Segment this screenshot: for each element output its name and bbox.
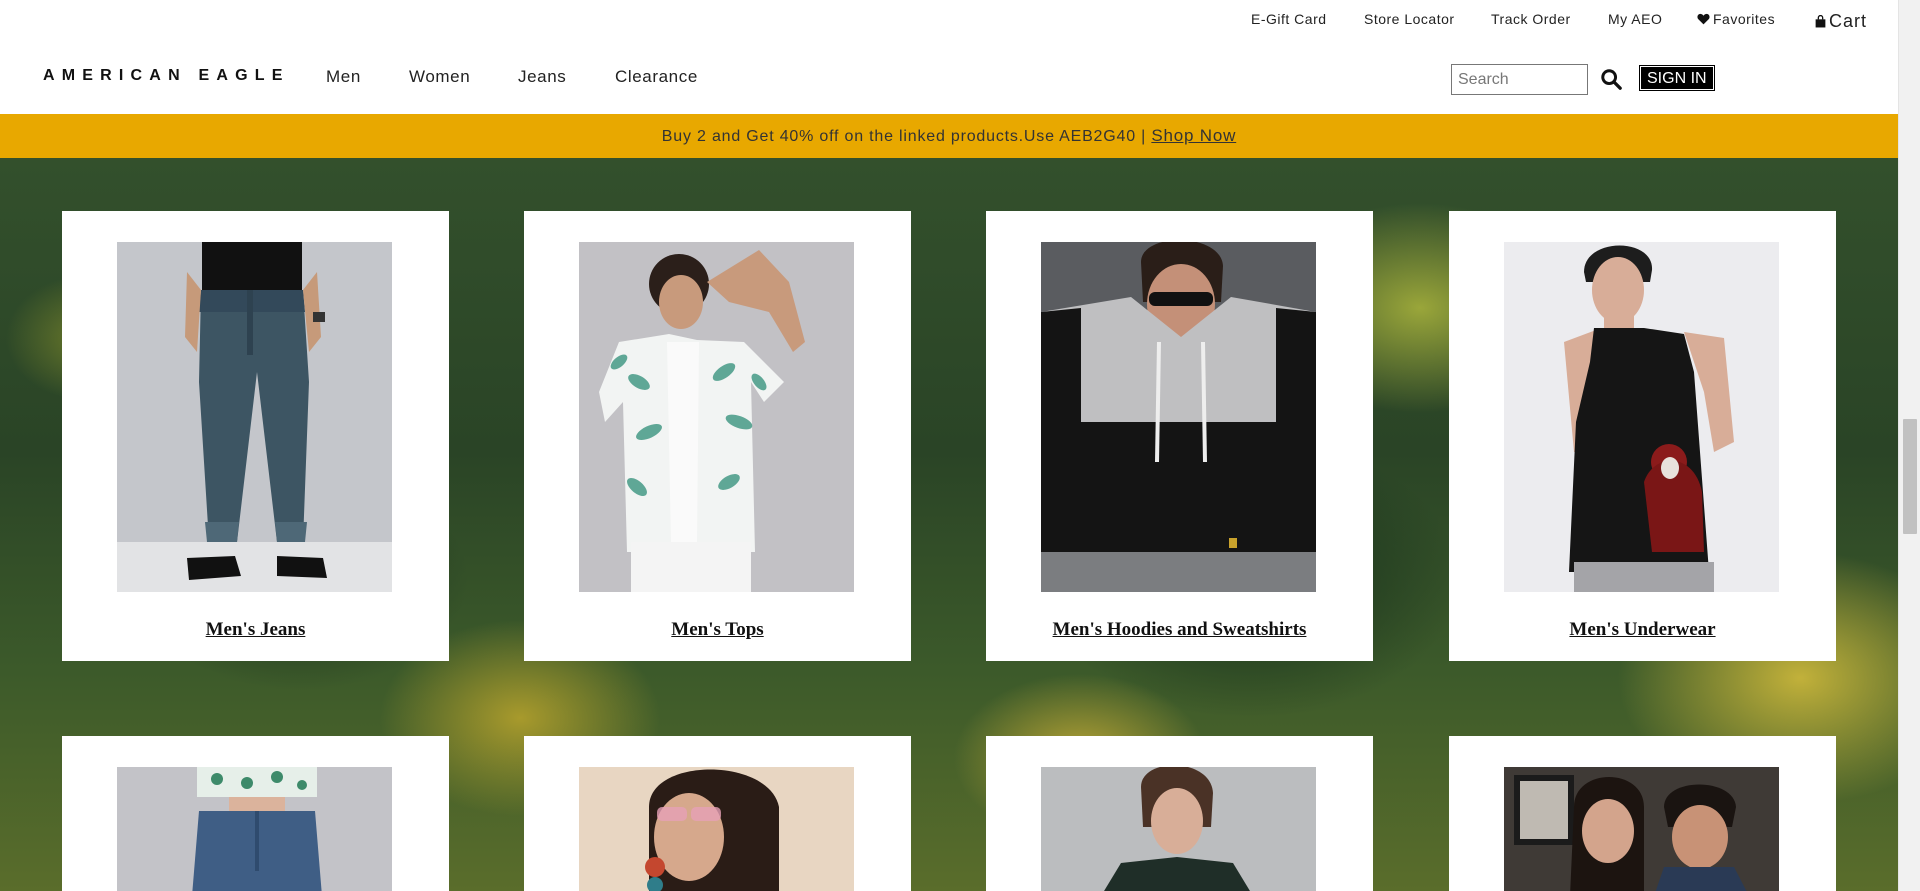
egift-card-link[interactable]: E-Gift Card <box>1251 11 1327 27</box>
cart-link[interactable]: Cart <box>1815 11 1867 32</box>
category-card-mens-hoodies[interactable]: Men's Hoodies and Sweatshirts <box>986 211 1373 661</box>
main-header: AMERICAN EAGLE Men Women Jeans Clearance… <box>0 38 1898 114</box>
category-grid-background: Men's Jeans Men's Tops Men's Hoodies and… <box>0 158 1898 891</box>
nav-women[interactable]: Women <box>409 67 470 87</box>
promo-banner: Buy 2 and Get 40% off on the linked prod… <box>0 114 1898 158</box>
product-image-jeans <box>117 242 392 592</box>
category-card-row2-2[interactable] <box>524 736 911 891</box>
cart-label: Cart <box>1829 11 1868 31</box>
search-input[interactable] <box>1451 64 1588 95</box>
utility-bar: E-Gift Card Store Locator Track Order My… <box>0 0 1898 38</box>
scrollbar-thumb[interactable] <box>1903 419 1917 534</box>
category-card-mens-jeans[interactable]: Men's Jeans <box>62 211 449 661</box>
brand-logo[interactable]: AMERICAN EAGLE <box>43 67 290 85</box>
product-image-underwear <box>1504 242 1779 592</box>
category-card-row2-1[interactable] <box>62 736 449 891</box>
product-image-hoodie <box>1041 242 1316 592</box>
category-card-row2-4[interactable] <box>1449 736 1836 891</box>
favorites-label: Favorites <box>1713 11 1776 27</box>
search-icon[interactable] <box>1600 68 1622 90</box>
nav-clearance[interactable]: Clearance <box>615 67 698 87</box>
page-scrollbar[interactable] <box>1898 0 1920 891</box>
heart-icon <box>1697 13 1710 25</box>
product-image-woman-earrings <box>579 767 854 891</box>
category-title[interactable]: Men's Hoodies and Sweatshirts <box>986 619 1373 641</box>
category-title[interactable]: Men's Tops <box>524 619 911 641</box>
shop-now-link[interactable]: Shop Now <box>1151 126 1236 145</box>
category-title[interactable]: Men's Underwear <box>1449 619 1836 641</box>
category-title[interactable]: Men's Jeans <box>62 619 449 641</box>
product-image-couple <box>1504 767 1779 891</box>
category-card-mens-tops[interactable]: Men's Tops <box>524 211 911 661</box>
category-card-mens-underwear[interactable]: Men's Underwear <box>1449 211 1836 661</box>
my-aeo-link[interactable]: My AEO <box>1608 11 1662 27</box>
product-image-tops <box>579 242 854 592</box>
shopping-bag-icon <box>1815 14 1826 28</box>
product-image-crop-top <box>117 767 392 891</box>
category-card-row2-3[interactable] <box>986 736 1373 891</box>
track-order-link[interactable]: Track Order <box>1491 11 1571 27</box>
nav-jeans[interactable]: Jeans <box>518 67 566 87</box>
nav-men[interactable]: Men <box>326 67 361 87</box>
store-locator-link[interactable]: Store Locator <box>1364 11 1455 27</box>
promo-text: Buy 2 and Get 40% off on the linked prod… <box>661 128 1147 145</box>
favorites-link[interactable]: Favorites <box>1697 11 1775 27</box>
sign-in-button[interactable]: SIGN IN <box>1639 65 1715 91</box>
product-image-woman-hoodie <box>1041 767 1316 891</box>
